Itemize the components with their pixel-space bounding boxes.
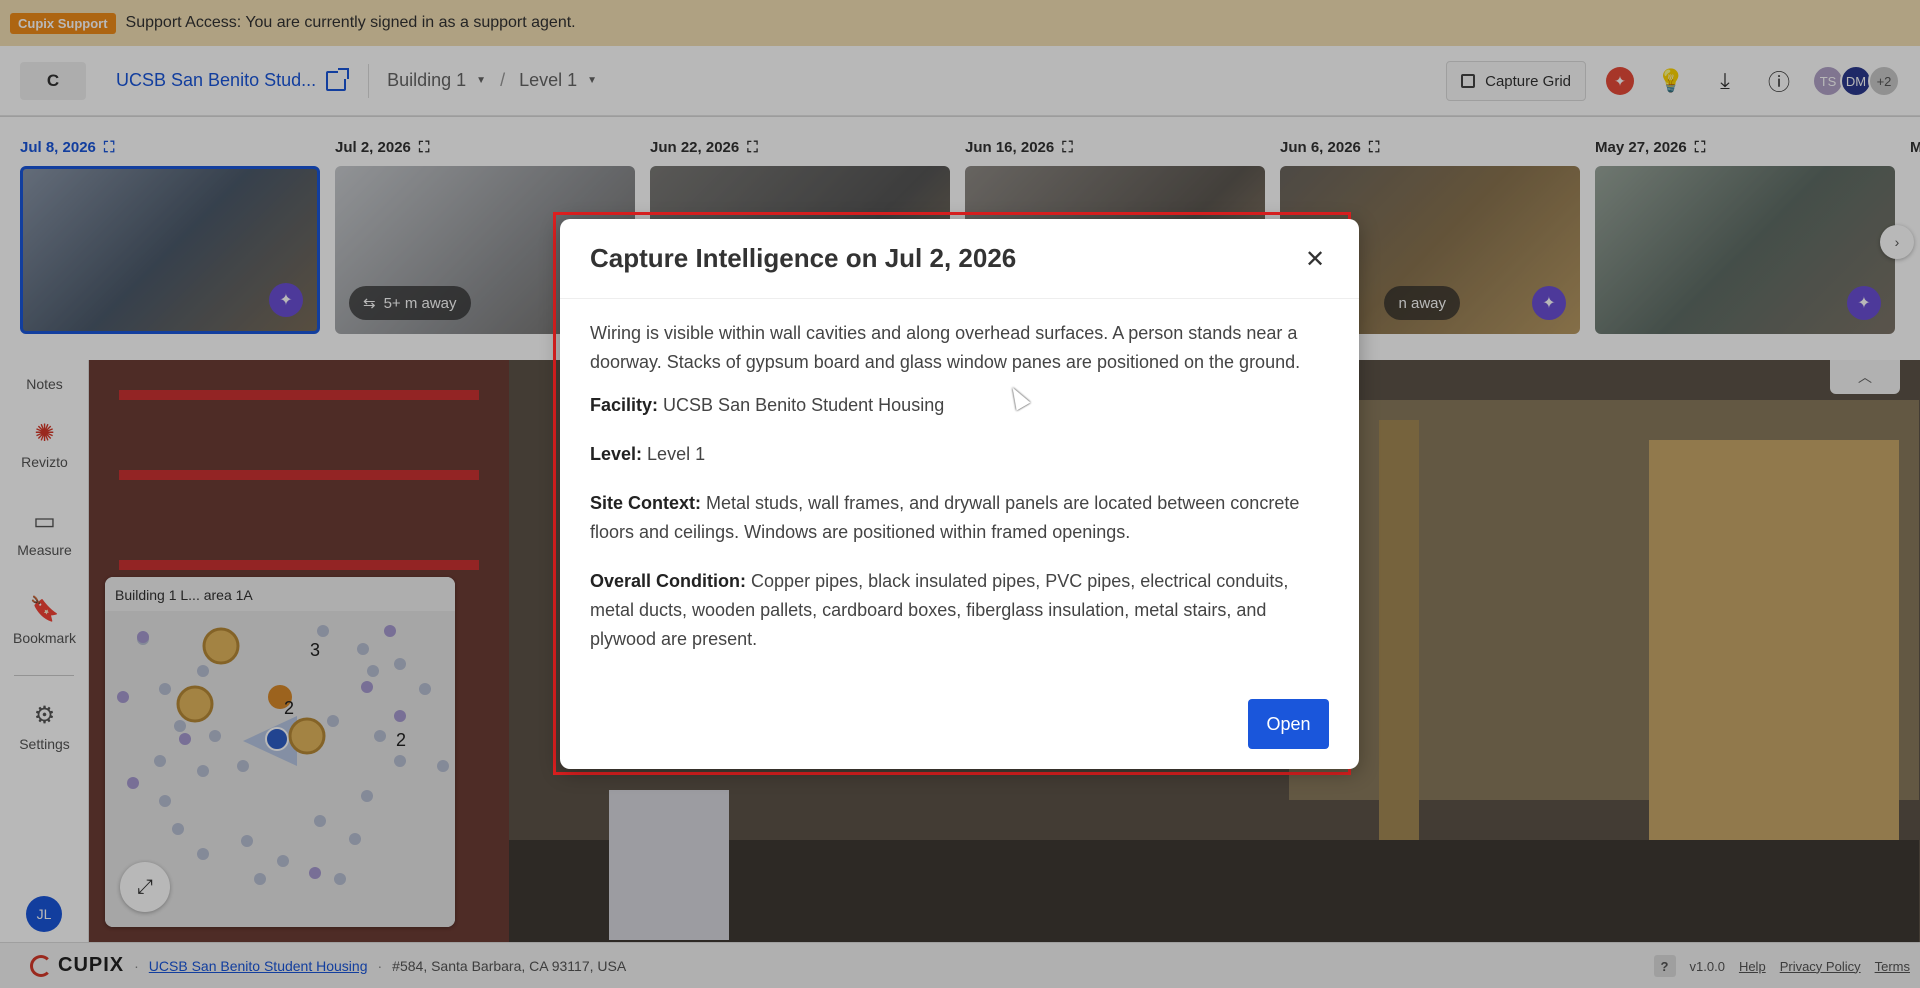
level-row: Level: Level 1 — [590, 440, 1329, 469]
dialog-title: Capture Intelligence on Jul 2, 2026 — [590, 243, 1017, 273]
level-value: Level 1 — [647, 444, 706, 464]
facility-label: Facility: — [590, 395, 659, 415]
facility-value: UCSB San Benito Student Housing — [663, 395, 945, 415]
capture-intelligence-dialog: Capture Intelligence on Jul 2, 2026 ✕ Wi… — [560, 219, 1359, 769]
facility-row: Facility: UCSB San Benito Student Housin… — [590, 391, 1329, 420]
site-context-row: Site Context: Metal studs, wall frames, … — [590, 489, 1329, 547]
summary-text: Wiring is visible within wall cavities a… — [590, 323, 1301, 372]
level-label: Level: — [590, 444, 643, 464]
close-icon[interactable]: ✕ — [1301, 245, 1329, 273]
condition-row: Overall Condition: Copper pipes, black i… — [590, 567, 1329, 654]
condition-label: Overall Condition: — [590, 571, 747, 591]
site-context-label: Site Context: — [590, 493, 702, 513]
open-button[interactable]: Open — [1248, 699, 1329, 749]
dialog-body: Wiring is visible within wall cavities a… — [560, 299, 1359, 654]
dialog-header: Capture Intelligence on Jul 2, 2026 ✕ — [560, 219, 1359, 299]
